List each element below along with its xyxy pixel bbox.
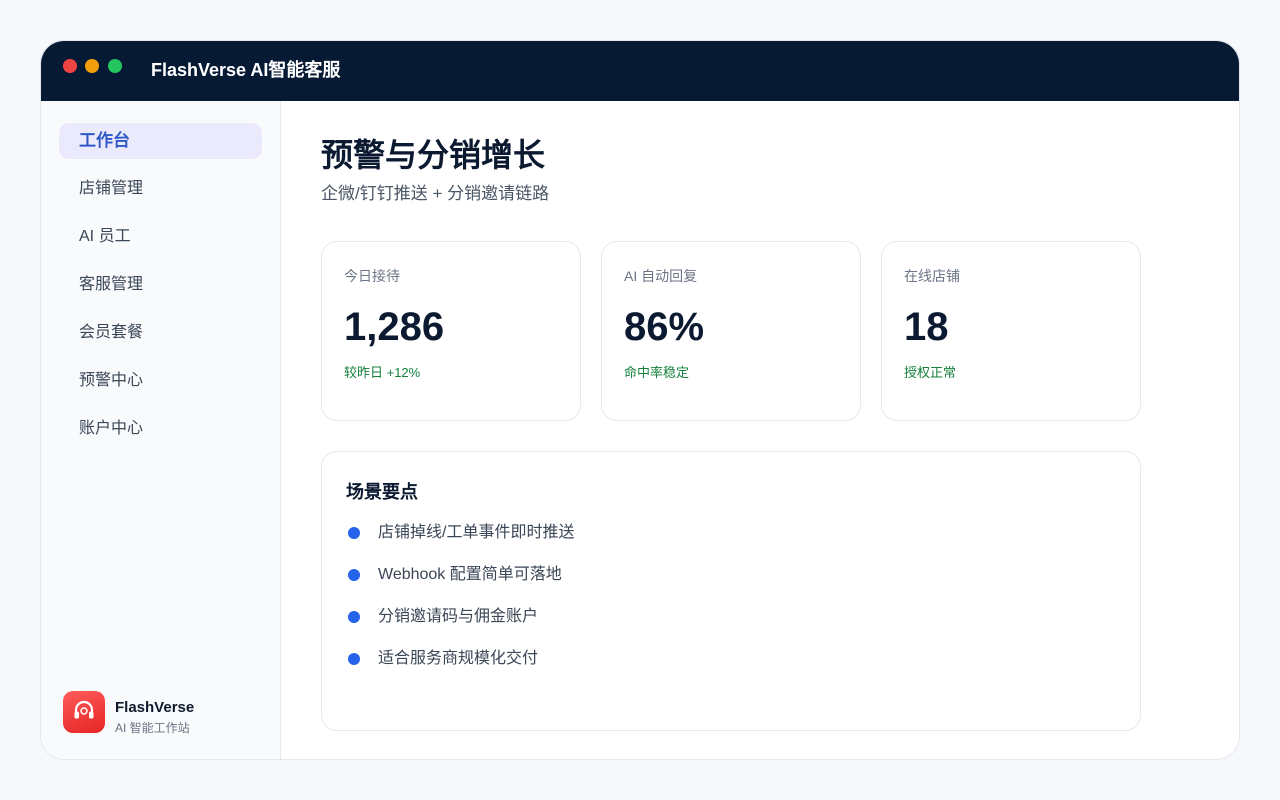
app-title: FlashVerse AI智能客服 — [151, 60, 341, 80]
bullet-dot-icon — [348, 527, 360, 539]
sidebar-item-customer-service[interactable]: 客服管理 — [59, 267, 262, 303]
list-item-text: 分销邀请码与佣金账户 — [378, 608, 539, 625]
sidebar-item-stores[interactable]: 店铺管理 — [59, 171, 262, 207]
brand-logo — [63, 691, 105, 733]
list-item: 适合服务商规模化交付 — [348, 648, 574, 690]
list-item-text: 店铺掉线/工单事件即时推送 — [378, 524, 575, 541]
stat-note: 较昨日 +12% — [344, 365, 421, 380]
app-window: FlashVerse AI智能客服 工作台 店铺管理 AI 员工 客服管理 会员… — [40, 40, 1240, 760]
minimize-window-button[interactable] — [85, 59, 99, 73]
bullet-dot-icon — [348, 653, 360, 665]
stat-note: 授权正常 — [904, 365, 957, 380]
sidebar-item-membership[interactable]: 会员套餐 — [59, 315, 262, 351]
brand-name: FlashVerse — [115, 699, 195, 716]
stat-value: 1,286 — [344, 305, 445, 349]
stat-value: 18 — [904, 305, 949, 349]
sidebar-item-account[interactable]: 账户中心 — [59, 411, 262, 447]
stat-label: 在线店铺 — [904, 268, 960, 284]
brand-subtitle: AI 智能工作站 — [115, 721, 190, 735]
page-subtitle: 企微/钉钉推送 + 分销邀请链路 — [321, 184, 550, 203]
close-window-button[interactable] — [63, 59, 77, 73]
list-item-text: Webhook 配置简单可落地 — [378, 566, 562, 583]
points-title: 场景要点 — [346, 482, 418, 502]
bullet-dot-icon — [348, 569, 360, 581]
sidebar: 工作台 店铺管理 AI 员工 客服管理 会员套餐 预警中心 账户中心 Flash… — [41, 101, 281, 759]
stat-card-ai-auto-reply: AI 自动回复 86% 命中率稳定 — [601, 241, 861, 421]
stat-card-online-stores: 在线店铺 18 授权正常 — [881, 241, 1141, 421]
list-item: 分销邀请码与佣金账户 — [348, 606, 574, 648]
list-item-text: 适合服务商规模化交付 — [378, 650, 539, 667]
scenario-points-card: 场景要点 店铺掉线/工单事件即时推送 Webhook 配置简单可落地 分销邀请码… — [321, 451, 1141, 731]
main-content: 预警与分销增长 企微/钉钉推送 + 分销邀请链路 今日接待 1,286 较昨日 … — [281, 101, 1239, 759]
maximize-window-button[interactable] — [108, 59, 122, 73]
list-item: Webhook 配置简单可落地 — [348, 564, 574, 606]
list-item: 店铺掉线/工单事件即时推送 — [348, 522, 574, 564]
sidebar-nav: 工作台 店铺管理 AI 员工 客服管理 会员套餐 预警中心 账户中心 — [59, 123, 262, 459]
stat-card-today-reception: 今日接待 1,286 较昨日 +12% — [321, 241, 581, 421]
stat-value: 86% — [624, 305, 705, 349]
sidebar-item-ai-staff[interactable]: AI 员工 — [59, 219, 262, 255]
brand-block: FlashVerse AI 智能工作站 — [63, 691, 263, 737]
stat-note: 命中率稳定 — [624, 365, 690, 380]
stat-label: AI 自动回复 — [624, 268, 698, 284]
sidebar-item-workbench[interactable]: 工作台 — [59, 123, 262, 159]
points-list: 店铺掉线/工单事件即时推送 Webhook 配置简单可落地 分销邀请码与佣金账户… — [348, 522, 574, 690]
headset-icon — [74, 700, 94, 719]
stat-label: 今日接待 — [344, 268, 400, 284]
title-bar: FlashVerse AI智能客服 — [41, 41, 1239, 101]
sidebar-item-alerts[interactable]: 预警中心 — [59, 363, 262, 399]
page-title: 预警与分销增长 — [321, 137, 546, 173]
bullet-dot-icon — [348, 611, 360, 623]
